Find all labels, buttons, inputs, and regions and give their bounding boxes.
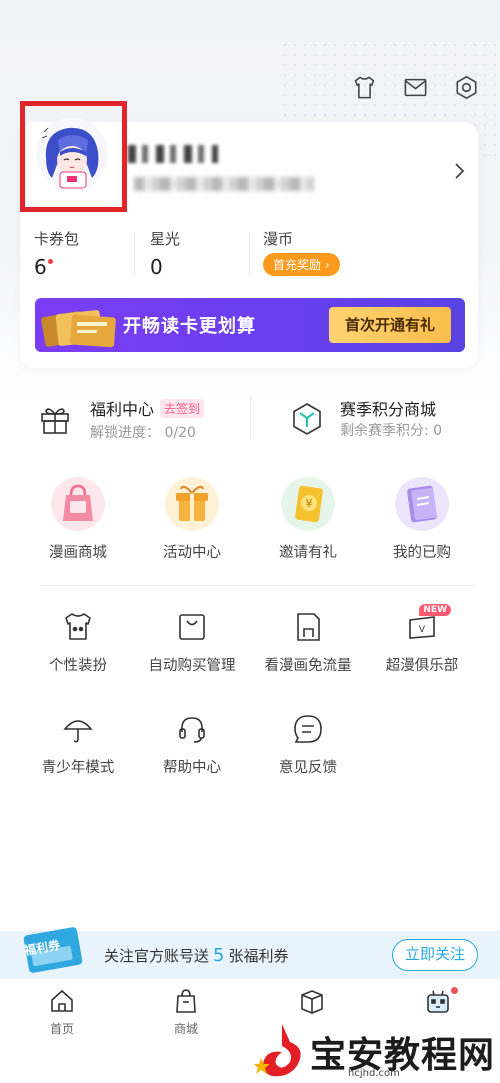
tab-label: 商城 <box>173 1022 198 1036</box>
profile-robot-icon <box>427 990 449 1013</box>
yuan-coin-icon: ¥ <box>281 477 335 531</box>
stat-comic-coins[interactable]: 漫币 首充奖励 › <box>263 228 340 276</box>
svg-text:V: V <box>419 625 426 635</box>
user-id-redacted <box>134 177 314 191</box>
vip-banner[interactable]: 开畅读卡更划算 首次开通有礼 <box>35 298 465 352</box>
umbrella-icon <box>61 712 95 746</box>
gift-box-icon <box>165 477 219 531</box>
service-outfit[interactable]: 个性装扮 <box>18 610 138 675</box>
section-divider <box>40 585 474 586</box>
follow-bar: 福利券 关注官方账号送 5 张福利券 立即关注 <box>0 927 500 979</box>
outfit-icon <box>61 610 95 644</box>
tab-profile[interactable] <box>408 987 468 1020</box>
follow-prefix: 关注官方账号送 <box>104 947 210 965</box>
welfare-progress: 解锁进度： 0/20 <box>90 425 196 441</box>
divider <box>134 232 135 276</box>
notification-dot <box>451 987 458 994</box>
shopping-bag-icon <box>51 477 105 531</box>
follow-button[interactable]: 立即关注 <box>392 939 478 971</box>
feedback-icon <box>291 712 325 746</box>
notification-dot <box>47 259 53 264</box>
svg-text:¥: ¥ <box>306 497 313 510</box>
divider <box>250 396 251 440</box>
featured-comic-mall[interactable]: 漫画商城 <box>18 477 138 562</box>
vip-banner-text: 开畅读卡更划算 <box>123 316 256 337</box>
chevron-right-icon[interactable] <box>452 160 466 182</box>
sim-card-icon <box>291 610 325 644</box>
site-watermark: 宝安教程网 hcjhd.com <box>252 1020 496 1082</box>
service-label: 自动购买管理 <box>148 658 236 674</box>
tab-bookshelf[interactable] <box>282 987 342 1020</box>
welfare-row: 福利中心 去签到 解锁进度： 0/20 赛季积分商城 剩余赛季积分: 0 <box>0 390 500 450</box>
home-icon <box>51 989 73 1012</box>
service-label: 个性装扮 <box>49 658 107 674</box>
tab-store[interactable]: 商城 <box>156 987 216 1037</box>
season-points: 剩余赛季积分: 0 <box>340 423 443 439</box>
purchased-book-icon <box>395 477 449 531</box>
featured-purchased[interactable]: 我的已购 <box>362 477 482 562</box>
featured-label: 漫画商城 <box>49 545 107 561</box>
store-icon <box>176 989 196 1013</box>
service-club[interactable]: V NEW 超漫俱乐部 <box>362 604 482 675</box>
follow-suffix: 张福利券 <box>228 947 289 965</box>
service-teen-mode[interactable]: 青少年模式 <box>18 712 138 777</box>
welfare-title: 福利中心 去签到 <box>90 396 205 420</box>
tab-home[interactable]: 首页 <box>32 987 92 1037</box>
stat-label: 卡券包 <box>34 230 80 248</box>
new-badge: NEW <box>419 604 451 616</box>
divider <box>249 232 250 276</box>
service-label: 看漫画免流量 <box>264 658 352 674</box>
follow-number: 5 <box>213 945 225 966</box>
vip-activate-button[interactable]: 首次开通有礼 <box>329 307 451 343</box>
gold-cards-icon <box>41 310 116 348</box>
featured-label: 邀请有礼 <box>279 545 337 561</box>
wallet-stats: 卡券包 6 星光 0 漫币 首充奖励 › <box>34 228 454 280</box>
service-label: 超漫俱乐部 <box>385 658 459 674</box>
stat-label: 漫币 <box>263 230 294 248</box>
vip-card-icon: V NEW <box>405 604 451 644</box>
featured-label: 活动中心 <box>163 545 221 561</box>
stat-value: 0 <box>150 255 163 279</box>
headset-icon <box>175 712 209 746</box>
featured-label: 我的已购 <box>393 545 451 561</box>
service-free-data[interactable]: 看漫画免流量 <box>248 610 368 675</box>
service-feedback[interactable]: 意见反馈 <box>248 712 368 777</box>
avatar-highlight-frame <box>20 101 127 212</box>
stat-label: 星光 <box>150 230 181 248</box>
mail-icon[interactable] <box>402 74 429 101</box>
service-auto-purchase[interactable]: 自动购买管理 <box>132 610 252 675</box>
watermark-logo-icon <box>254 1024 301 1077</box>
watermark-text: 宝安教程网 <box>310 1034 496 1076</box>
first-charge-bonus-button[interactable]: 首充奖励 › <box>263 253 340 276</box>
bag-icon <box>175 610 209 644</box>
header-actions <box>351 74 480 101</box>
stat-starlight[interactable]: 星光 0 <box>150 228 180 279</box>
settings-icon[interactable] <box>453 74 480 101</box>
service-help[interactable]: 帮助中心 <box>132 712 252 777</box>
coupon-count: 6 <box>34 255 47 279</box>
featured-invite[interactable]: ¥ 邀请有礼 <box>248 477 368 562</box>
tshirt-icon[interactable] <box>351 74 378 101</box>
bookshelf-icon <box>301 990 323 1014</box>
watermark-url: hcjhd.com <box>348 1068 400 1079</box>
username-redacted <box>128 145 218 163</box>
service-label: 帮助中心 <box>163 760 221 776</box>
service-label: 青少年模式 <box>41 760 115 776</box>
season-cube-icon <box>293 403 321 435</box>
tab-label: 首页 <box>49 1022 74 1036</box>
gift-icon <box>41 408 69 434</box>
stat-coupons[interactable]: 卡券包 6 <box>34 228 79 279</box>
welfare-title-text: 福利中心 <box>90 400 155 419</box>
checkin-badge[interactable]: 去签到 <box>160 399 205 418</box>
service-label: 意见反馈 <box>279 760 337 776</box>
season-shop-title: 赛季积分商城 <box>340 400 437 419</box>
stat-value: 6 <box>34 255 53 279</box>
bonus-label: 首充奖励 <box>273 258 322 272</box>
featured-activity-center[interactable]: 活动中心 <box>132 477 252 562</box>
follow-promo-text: 关注官方账号送 5 张福利券 <box>104 945 288 966</box>
